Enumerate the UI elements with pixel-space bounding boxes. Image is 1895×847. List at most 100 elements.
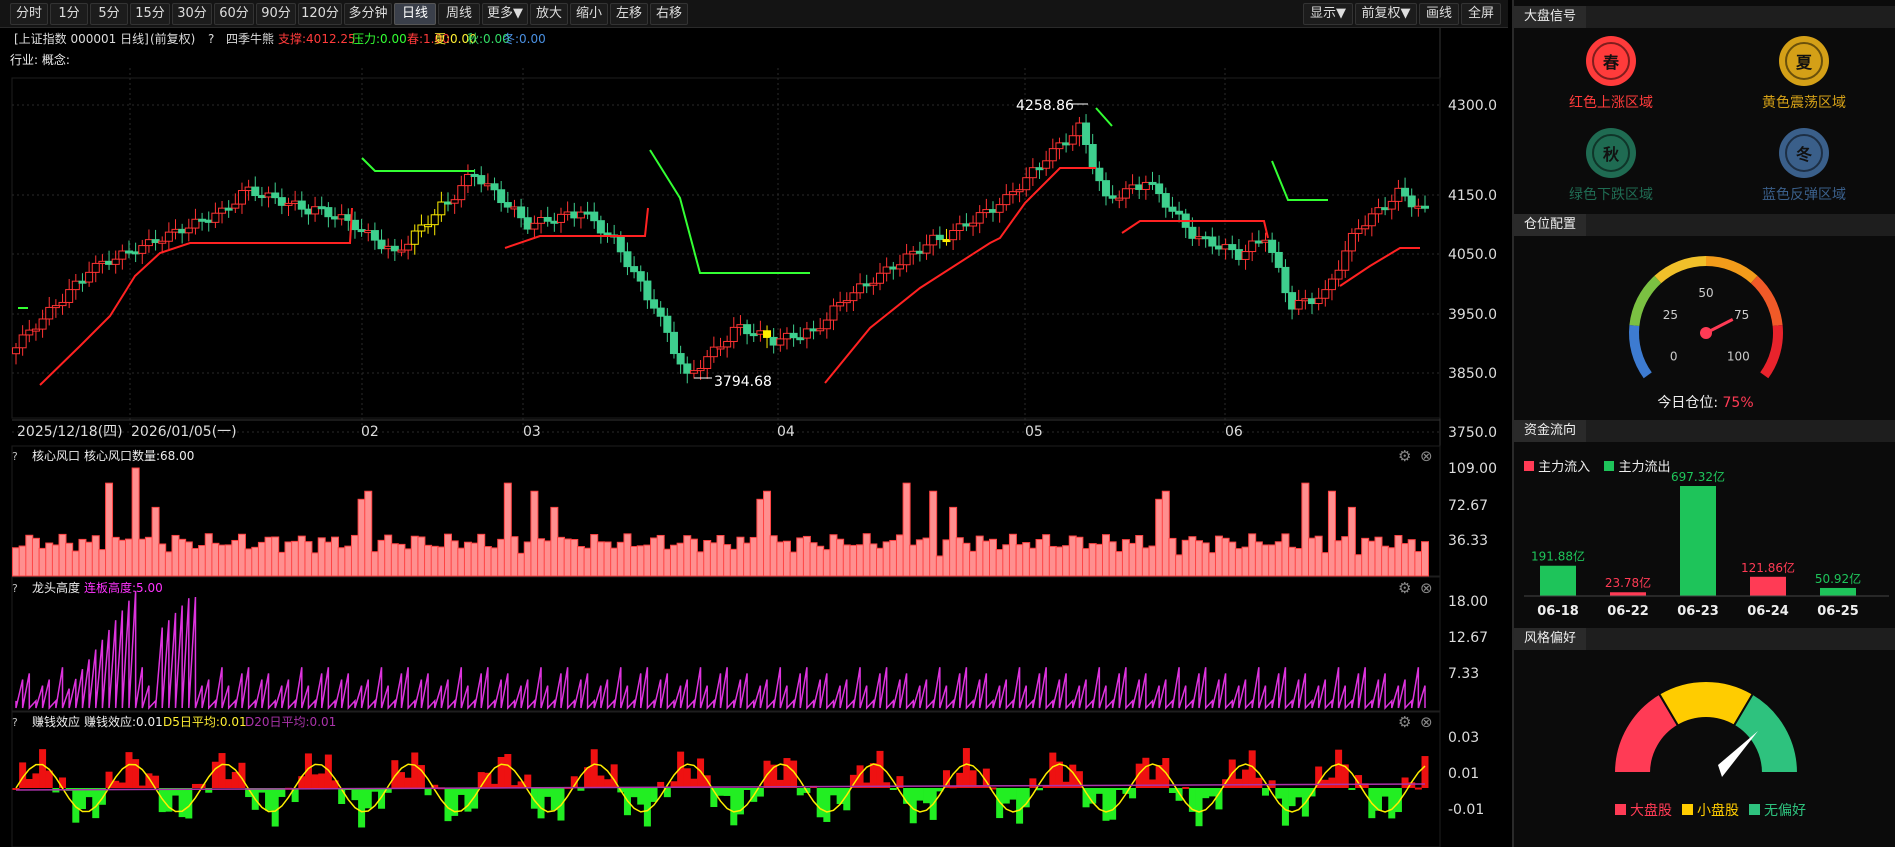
panel1-bar xyxy=(124,538,133,577)
panel1-bar xyxy=(716,535,725,577)
toolbar-right-button[interactable]: 显示▼ xyxy=(1303,3,1353,25)
toolbar-right-button[interactable]: 画线 xyxy=(1419,3,1459,25)
candle-body xyxy=(384,245,393,250)
candle-body xyxy=(91,262,100,273)
period-button[interactable]: 多分钟 xyxy=(344,3,392,25)
period-button[interactable]: 右移 xyxy=(650,3,688,25)
chart-header-winter: 冬:0.00 xyxy=(503,31,546,46)
period-button[interactable]: 1分 xyxy=(50,3,88,25)
candle-body xyxy=(949,230,958,241)
chart-svg[interactable]: 4300.0 4150.0 4050.0 3950.0 3850.0 3750.0 [上证指… xyxy=(0,28,1508,847)
resistance-line xyxy=(649,149,810,274)
candle-body xyxy=(935,234,944,241)
resistance-line xyxy=(1271,160,1328,201)
gauge-arc xyxy=(1629,324,1652,379)
signal-label: 绿色下跌区域 xyxy=(1569,187,1653,203)
period-button[interactable]: 缩小 xyxy=(570,3,608,25)
panel1-bar xyxy=(756,498,765,577)
panel1-bar xyxy=(277,551,286,577)
candle-body xyxy=(51,305,60,309)
panel3-bar xyxy=(298,776,306,788)
panel1-bar xyxy=(676,542,685,577)
candle-body xyxy=(444,201,453,205)
panel3-bar xyxy=(1002,788,1010,804)
panel3-bar xyxy=(1115,788,1123,790)
chart-area[interactable]: 4300.0 4150.0 4050.0 3950.0 3850.0 3750.0 [上证指… xyxy=(0,28,1508,847)
panel3-bar xyxy=(1208,788,1216,797)
candle-body xyxy=(669,331,678,355)
panel2-help-icon: ? xyxy=(12,582,18,595)
candle-body xyxy=(643,280,652,301)
period-button[interactable]: 左移 xyxy=(610,3,648,25)
candle-body xyxy=(696,367,705,372)
candle-body xyxy=(457,185,466,201)
panel1-bar xyxy=(483,546,492,577)
candle-body xyxy=(158,240,167,244)
position-value: 75% xyxy=(1722,395,1754,411)
panel3-bar xyxy=(1275,788,1283,799)
panel1-bar xyxy=(264,536,273,577)
date-axis-label: 2025/12/18(四) xyxy=(17,424,123,440)
panel1-bar xyxy=(822,549,831,577)
panel1-bar xyxy=(1181,539,1190,577)
panel1-bar xyxy=(1075,536,1084,577)
panel3-bar xyxy=(550,788,558,811)
toolbar-right-button[interactable]: 全屏 xyxy=(1461,3,1501,25)
panel1-bar xyxy=(31,537,40,577)
period-button[interactable]: 日线 xyxy=(394,3,436,25)
panel1-bar xyxy=(1381,545,1390,577)
candle-body xyxy=(105,260,114,265)
period-button[interactable]: 90分 xyxy=(256,3,296,25)
candle-body xyxy=(1068,135,1077,145)
industry-label: 行业: 概念: xyxy=(10,52,70,67)
candle-body xyxy=(184,227,193,234)
period-button[interactable]: 周线 xyxy=(438,3,480,25)
candle-body xyxy=(809,328,818,332)
candle-body xyxy=(796,337,805,341)
candle-body xyxy=(1042,160,1051,169)
panel3-bar xyxy=(211,761,219,788)
period-button[interactable]: 60分 xyxy=(214,3,254,25)
candle-body xyxy=(1327,278,1336,291)
flow-bar xyxy=(1750,576,1786,596)
panel1-bar xyxy=(935,555,944,577)
gauge-tick: 25 xyxy=(1663,308,1678,322)
candle-body xyxy=(191,218,200,229)
period-button[interactable]: 30分 xyxy=(172,3,212,25)
candle-body xyxy=(1221,244,1230,250)
panel3-bar xyxy=(1335,749,1343,788)
resistance-line xyxy=(1095,107,1113,127)
panel1-bar xyxy=(563,538,572,577)
panel3-bar xyxy=(1082,788,1090,808)
period-button[interactable]: 放大 xyxy=(530,3,568,25)
candlesticks xyxy=(12,114,1429,384)
candle-body xyxy=(271,192,280,199)
panel1-bar xyxy=(244,548,253,577)
period-button[interactable]: 更多▼ xyxy=(482,3,528,25)
panel3-bar xyxy=(1288,788,1296,807)
toolbar-right-button[interactable]: 前复权▼ xyxy=(1355,3,1417,25)
candle-body xyxy=(789,332,798,339)
panel2-label: 连板高度:5.00 xyxy=(84,580,163,595)
period-button[interactable]: 5分 xyxy=(90,3,128,25)
panel1-bar xyxy=(1354,554,1363,577)
panel1-bar xyxy=(1195,540,1204,577)
panel1-bar xyxy=(969,550,978,577)
candle-body xyxy=(1288,292,1297,310)
candle-body xyxy=(1241,251,1250,260)
panel3-bar xyxy=(1168,788,1176,794)
period-button[interactable]: 120分 xyxy=(298,3,342,25)
panel1-bar xyxy=(982,540,991,577)
panel1-bar xyxy=(962,542,971,577)
candle-body xyxy=(490,183,499,191)
candle-body xyxy=(58,301,67,307)
candle-body xyxy=(650,299,659,309)
candle-body xyxy=(1148,181,1157,185)
signal-summer: 夏黄色震荡区域 xyxy=(1719,36,1889,112)
panel3-bar xyxy=(544,788,552,797)
candle-body xyxy=(1135,184,1144,190)
panel1-bar xyxy=(1294,547,1303,577)
period-button[interactable]: 15分 xyxy=(130,3,170,25)
candle-body xyxy=(915,250,924,254)
period-button[interactable]: 分时 xyxy=(10,3,48,25)
